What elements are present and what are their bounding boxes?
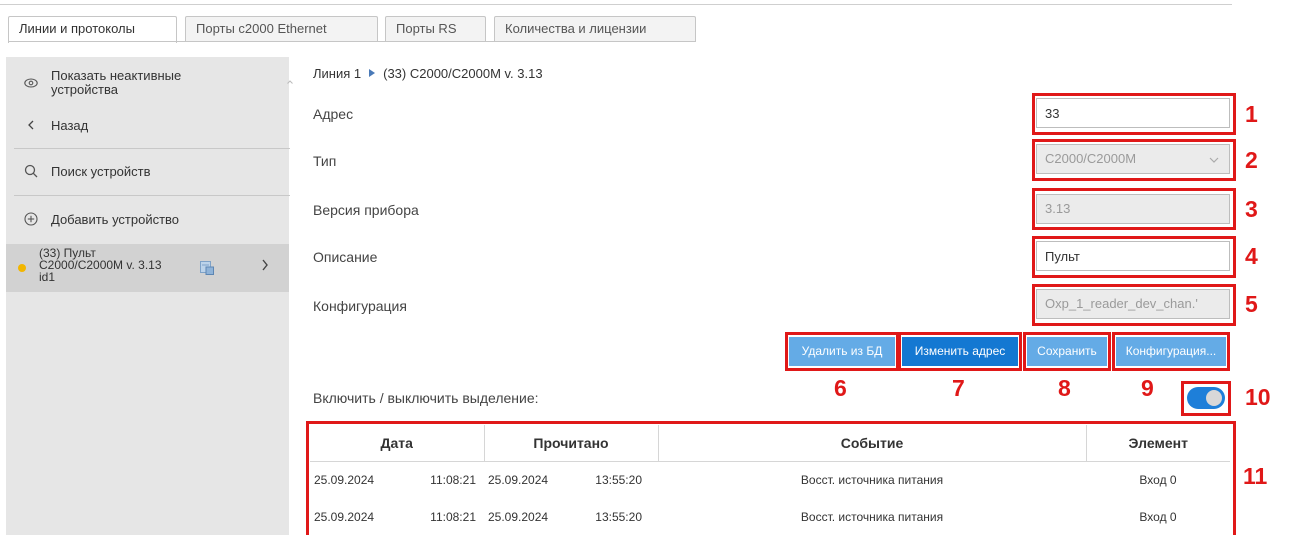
sidebar-divider bbox=[14, 195, 290, 196]
show-inactive-label: Показать неактивные устройства bbox=[51, 68, 182, 97]
scroll-up-icon[interactable] bbox=[287, 76, 293, 87]
database-icon bbox=[200, 261, 214, 275]
device-status-indicator bbox=[18, 264, 26, 272]
breadcrumb-device: (33) С2000/С2000М v. 3.13 bbox=[383, 66, 543, 81]
device-label: (33) Пульт С2000/С2000М v. 3.13 id1 bbox=[39, 247, 179, 283]
breadcrumb: Линия 1 (33) С2000/С2000М v. 3.13 bbox=[313, 66, 543, 81]
description-label: Описание bbox=[313, 249, 378, 265]
tab-rs-ports[interactable]: Порты RS bbox=[385, 16, 486, 42]
device-id: id1 bbox=[39, 270, 56, 284]
tab-c2000-ethernet-ports[interactable]: Порты с2000 Ethernet bbox=[185, 16, 378, 42]
chevron-left-icon bbox=[23, 117, 39, 133]
annotation-number-10: 10 bbox=[1245, 384, 1271, 410]
address-label: Адрес bbox=[313, 106, 354, 122]
annotation-box-5 bbox=[1032, 284, 1236, 326]
annotation-number-7: 7 bbox=[952, 375, 965, 401]
caret-right-icon bbox=[369, 68, 376, 79]
annotation-number-4: 4 bbox=[1245, 243, 1258, 269]
highlight-toggle-label: Включить / выключить выделение: bbox=[313, 390, 539, 406]
annotation-number-8: 8 bbox=[1058, 375, 1071, 401]
annotation-box-8 bbox=[1023, 332, 1111, 371]
annotation-number-11: 11 bbox=[1243, 463, 1268, 489]
configuration-label: Конфигурация bbox=[313, 298, 407, 314]
annotation-number-6: 6 bbox=[834, 375, 847, 401]
annotation-box-2 bbox=[1032, 139, 1236, 181]
version-label: Версия прибора bbox=[313, 202, 419, 218]
chevron-right-icon[interactable] bbox=[261, 258, 269, 276]
annotation-box-9 bbox=[1112, 332, 1230, 371]
tab-lines-protocols[interactable]: Линии и протоколы bbox=[8, 16, 177, 43]
plus-circle-icon bbox=[23, 211, 39, 227]
add-device-button[interactable]: Добавить устройство bbox=[6, 203, 289, 235]
annotation-number-3: 3 bbox=[1245, 196, 1258, 222]
tab-bar-divider bbox=[8, 41, 696, 42]
annotation-box-7 bbox=[898, 332, 1022, 371]
annotation-number-9: 9 bbox=[1141, 375, 1154, 401]
device-model: С2000/С2000М v. 3.13 bbox=[39, 258, 162, 272]
eye-icon bbox=[23, 75, 39, 91]
type-label: Тип bbox=[313, 153, 337, 169]
add-device-label: Добавить устройство bbox=[51, 211, 180, 227]
annotation-number-2: 2 bbox=[1245, 147, 1258, 173]
search-icon bbox=[23, 163, 39, 179]
breadcrumb-line[interactable]: Линия 1 bbox=[313, 66, 361, 81]
search-devices-button[interactable]: Поиск устройств bbox=[6, 155, 289, 187]
back-button[interactable]: Назад bbox=[6, 109, 289, 141]
annotation-box-1 bbox=[1032, 93, 1236, 135]
show-inactive-devices-button[interactable]: Показать неактивные устройства bbox=[6, 63, 289, 103]
sidebar: Показать неактивные устройства Назад Пои… bbox=[6, 57, 290, 535]
annotation-box-3 bbox=[1032, 188, 1236, 230]
back-label: Назад bbox=[51, 117, 89, 133]
annotation-box-10 bbox=[1181, 381, 1231, 416]
annotation-box-11 bbox=[306, 421, 1236, 535]
annotation-box-4 bbox=[1032, 236, 1236, 278]
tab-quantities-licenses[interactable]: Количества и лицензии bbox=[494, 16, 696, 42]
search-devices-label: Поиск устройств bbox=[51, 163, 151, 179]
annotation-number-5: 5 bbox=[1245, 291, 1258, 317]
sidebar-divider bbox=[14, 148, 290, 149]
annotation-number-1: 1 bbox=[1245, 101, 1258, 127]
top-divider bbox=[0, 4, 1232, 5]
annotation-box-6 bbox=[785, 332, 899, 371]
device-list-item[interactable]: (33) Пульт С2000/С2000М v. 3.13 id1 bbox=[6, 244, 289, 292]
